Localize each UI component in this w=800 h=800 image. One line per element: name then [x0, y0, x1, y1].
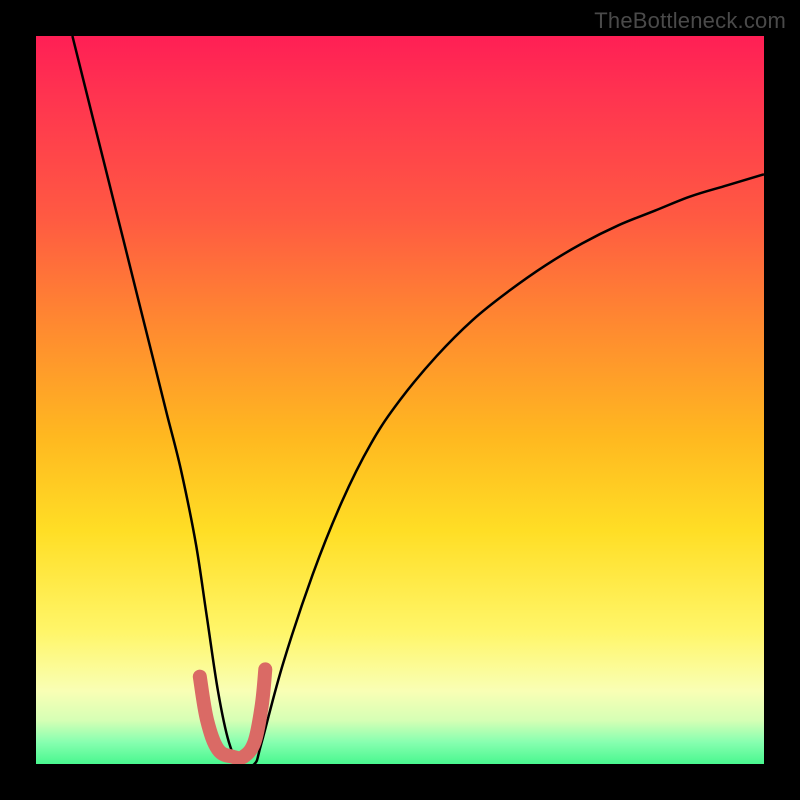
plot-area [36, 36, 764, 764]
chart-frame: TheBottleneck.com [0, 0, 800, 800]
bottleneck-curve [72, 36, 764, 764]
curve-svg [36, 36, 764, 764]
highlight-segment [200, 669, 265, 758]
watermark-text: TheBottleneck.com [594, 8, 786, 34]
